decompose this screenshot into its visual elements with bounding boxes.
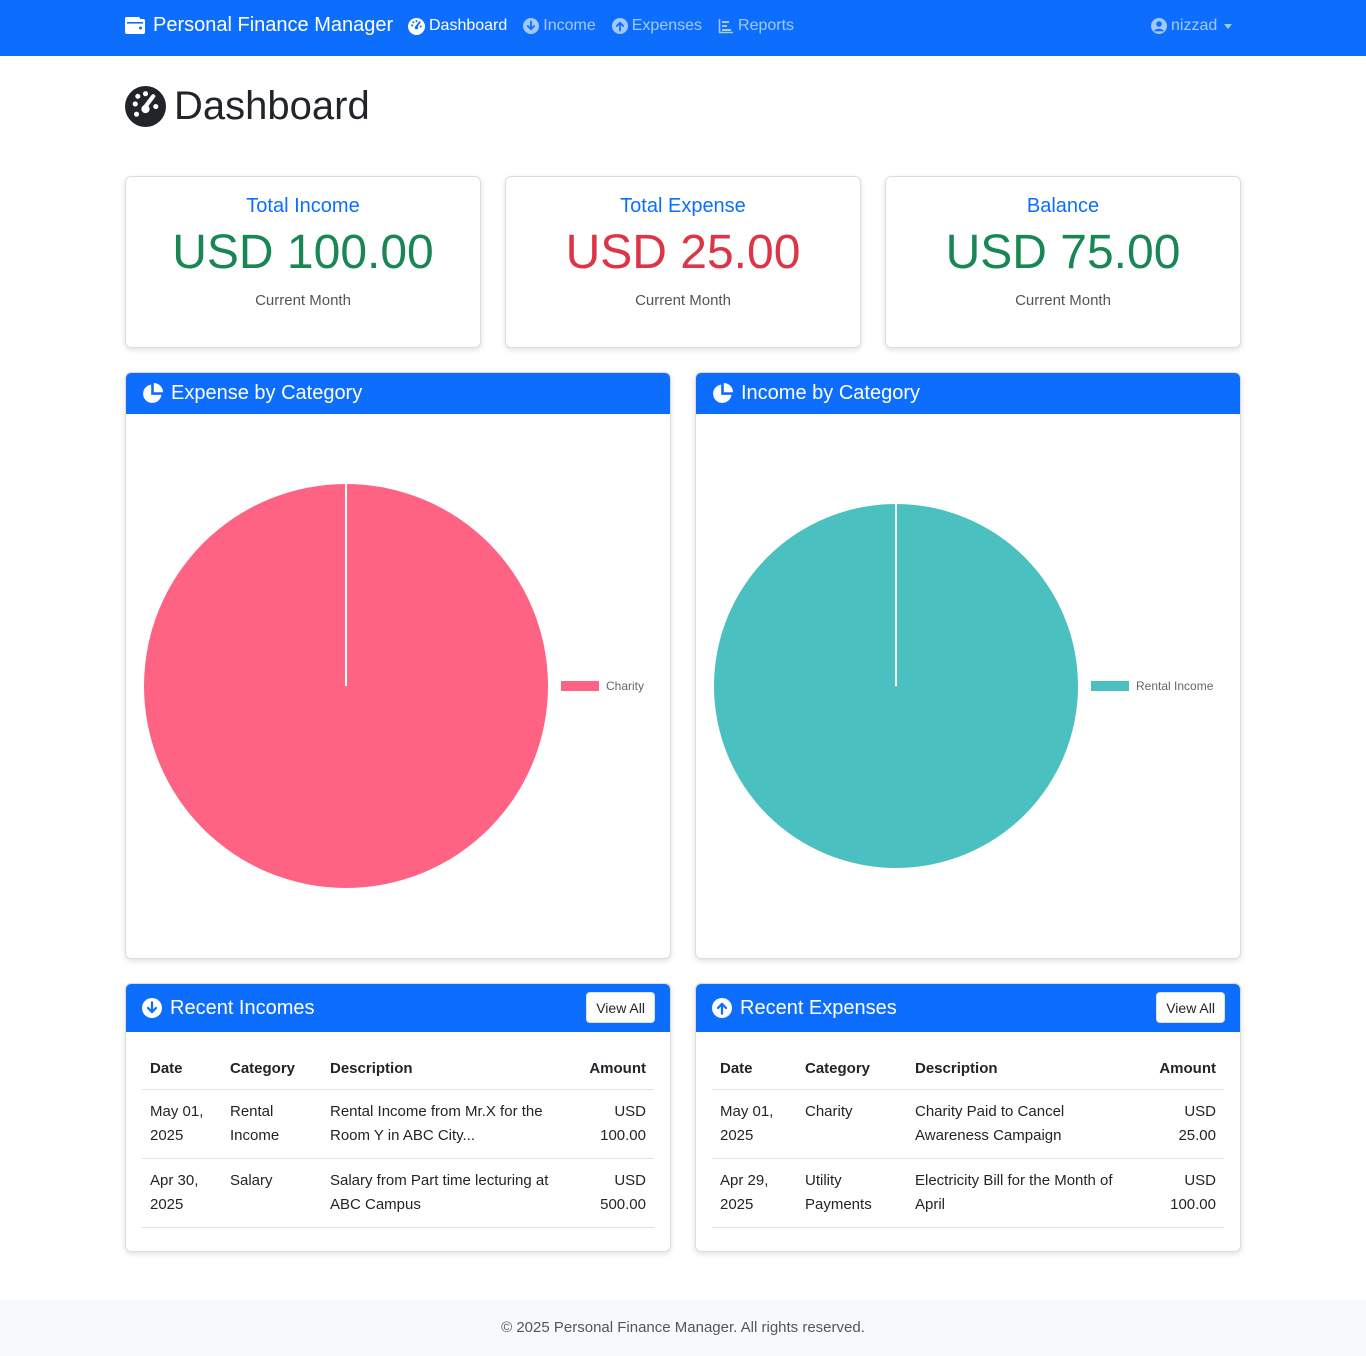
recent-incomes-title: Recent Incomes	[170, 996, 315, 1019]
column-header-amount: Amount	[1147, 1048, 1224, 1090]
cell-description: Salary from Part time lecturing at ABC C…	[322, 1158, 572, 1228]
user-circle-icon	[1151, 18, 1167, 34]
cell-amount: USD 100.00	[572, 1089, 654, 1159]
total-expense-label: Total Expense	[620, 195, 746, 217]
column-header-amount: Amount	[572, 1048, 654, 1090]
column-header-category: Category	[797, 1048, 907, 1090]
column-header-category: Category	[222, 1048, 322, 1090]
caret-down-icon	[1224, 23, 1233, 29]
footer: © 2025 Personal Finance Manager. All rig…	[0, 1300, 1366, 1356]
chart-bar-icon	[718, 19, 734, 34]
expense-by-category-panel: Expense by Category Charity	[125, 372, 671, 959]
brand-link[interactable]: Personal Finance Manager	[125, 14, 393, 37]
income-pie-chart: Rental Income	[714, 504, 1214, 868]
pie-chart-icon	[713, 383, 733, 403]
arrow-circle-up-icon	[611, 18, 628, 34]
tachometer-icon	[408, 17, 425, 35]
total-income-period: Current Month	[255, 292, 351, 309]
recent-incomes-table: Date Category Description Amount May 01,…	[142, 1048, 654, 1228]
view-all-expenses-button[interactable]: View All	[1156, 992, 1225, 1023]
recent-expenses-title: Recent Expenses	[740, 996, 897, 1019]
income-by-category-header: Income by Category	[696, 373, 1240, 414]
column-header-date: Date	[142, 1048, 222, 1090]
recent-incomes-header: Recent Incomes View All	[126, 984, 670, 1032]
tachometer-icon	[125, 86, 166, 127]
balance-value: USD 75.00	[945, 226, 1181, 279]
balance-label: Balance	[1026, 195, 1100, 217]
cell-description: Electricity Bill for the Month of April	[907, 1158, 1147, 1228]
cell-amount: USD 500.00	[572, 1158, 654, 1228]
brand-name: Personal Finance Manager	[153, 14, 394, 36]
cell-description: Rental Income from Mr.X for the Room Y i…	[322, 1089, 572, 1159]
column-header-description: Description	[907, 1048, 1147, 1090]
total-expense-period: Current Month	[635, 292, 731, 309]
expense-pie-chart: Charity	[144, 484, 644, 888]
page-title-text: Dashboard	[174, 84, 370, 128]
nav-item-expenses-label: Expenses	[631, 17, 703, 34]
balance-card: Balance USD 75.00 Current Month	[885, 176, 1241, 348]
arrow-circle-down-icon	[523, 18, 540, 34]
wallet-icon	[125, 16, 145, 34]
table-row: Apr 30, 2025 Salary Salary from Part tim…	[142, 1158, 654, 1228]
user-menu-dropdown[interactable]: nizzad	[1151, 17, 1233, 35]
cell-date: Apr 30, 2025	[142, 1158, 222, 1228]
nav-menu: Dashboard Income Expenses Reports	[408, 17, 794, 35]
arrow-circle-down-icon	[142, 998, 162, 1018]
nav-item-income[interactable]: Income	[523, 17, 596, 35]
legend-swatch-rental-income[interactable]	[1091, 681, 1129, 691]
income-by-category-panel: Income by Category Rental Income	[695, 372, 1241, 959]
recent-incomes-panel: Recent Incomes View All Date Category De…	[125, 983, 671, 1252]
table-row: May 01, 2025 Rental Income Rental Income…	[142, 1089, 654, 1159]
cell-category: Rental Income	[222, 1089, 322, 1159]
total-expense-value: USD 25.00	[565, 226, 801, 279]
recent-expenses-panel: Recent Expenses View All Date Category D…	[695, 983, 1241, 1252]
total-expense-card: Total Expense USD 25.00 Current Month	[505, 176, 861, 348]
income-by-category-title: Income by Category	[741, 382, 920, 404]
nav-item-dashboard-label: Dashboard	[429, 17, 508, 34]
cell-description: Charity Paid to Cancel Awareness Campaig…	[907, 1089, 1147, 1159]
table-header-row: Date Category Description Amount	[712, 1048, 1224, 1090]
cell-category: Utility Payments	[797, 1158, 907, 1228]
column-header-description: Description	[322, 1048, 572, 1090]
nav-item-expenses[interactable]: Expenses	[611, 17, 703, 35]
expense-by-category-header: Expense by Category	[126, 373, 670, 414]
nav-item-reports-label: Reports	[738, 17, 795, 34]
cell-date: May 01, 2025	[142, 1089, 222, 1159]
cell-amount: USD 100.00	[1147, 1158, 1224, 1228]
nav-item-reports[interactable]: Reports	[718, 17, 794, 35]
legend-label-rental-income[interactable]: Rental Income	[1136, 679, 1214, 693]
navbar: Personal Finance Manager Dashboard Incom…	[0, 0, 1366, 56]
expense-by-category-title: Expense by Category	[171, 382, 363, 404]
table-row: May 01, 2025 Charity Charity Paid to Can…	[712, 1089, 1224, 1159]
column-header-date: Date	[712, 1048, 797, 1090]
total-income-value: USD 100.00	[172, 226, 434, 279]
user-name: nizzad	[1171, 17, 1218, 34]
arrow-circle-up-icon	[712, 998, 732, 1018]
cell-category: Salary	[222, 1158, 322, 1228]
footer-copyright: © 2025 Personal Finance Manager. All rig…	[501, 1319, 865, 1336]
cell-amount: USD 25.00	[1147, 1089, 1224, 1159]
total-income-card: Total Income USD 100.00 Current Month	[125, 176, 481, 348]
table-row: Apr 29, 2025 Utility Payments Electricit…	[712, 1158, 1224, 1228]
cell-category: Charity	[797, 1089, 907, 1159]
balance-period: Current Month	[1015, 292, 1111, 309]
pie-chart-icon	[143, 383, 163, 403]
legend-swatch-charity[interactable]	[561, 681, 599, 691]
recent-expenses-table: Date Category Description Amount May 01,…	[712, 1048, 1224, 1228]
legend-label-charity[interactable]: Charity	[606, 679, 644, 693]
total-income-label: Total Income	[246, 195, 360, 217]
nav-item-income-label: Income	[543, 17, 596, 34]
view-all-incomes-button[interactable]: View All	[586, 992, 655, 1023]
cell-date: May 01, 2025	[712, 1089, 797, 1159]
recent-expenses-header: Recent Expenses View All	[696, 984, 1240, 1032]
page-title: Dashboard	[125, 84, 370, 129]
table-header-row: Date Category Description Amount	[142, 1048, 654, 1090]
nav-item-dashboard[interactable]: Dashboard	[408, 17, 507, 35]
cell-date: Apr 29, 2025	[712, 1158, 797, 1228]
